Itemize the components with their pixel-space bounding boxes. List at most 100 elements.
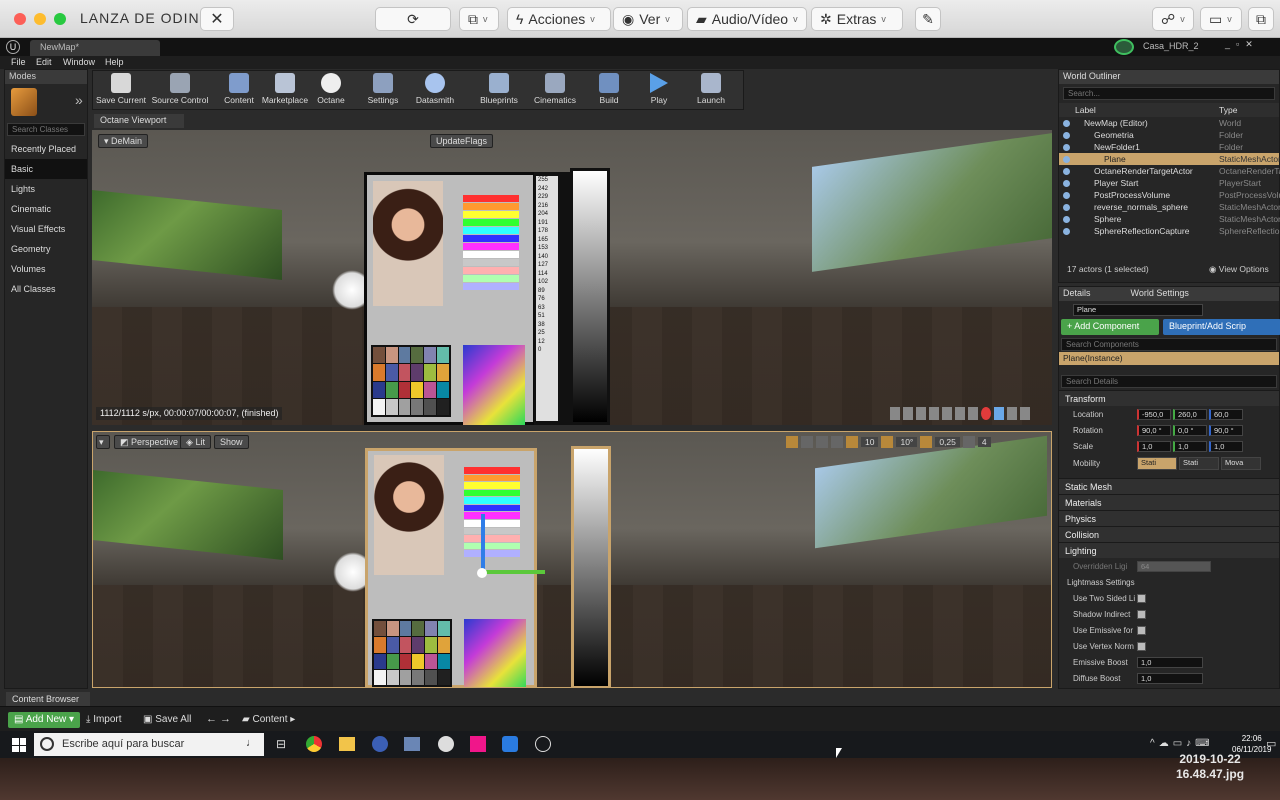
rotation-x[interactable]: 90,0 ° <box>1137 424 1171 436</box>
control-icon[interactable] <box>994 407 1004 420</box>
blueprint-add-script-button[interactable]: Blueprint/Add Scrip <box>1163 319 1280 335</box>
control-icon[interactable] <box>942 407 952 420</box>
show-button[interactable]: Show <box>214 435 249 449</box>
viewport-options-icon[interactable]: ▾ <box>96 435 110 449</box>
modes-item-volumes[interactable]: Volumes <box>5 259 87 279</box>
marketplace-button[interactable]: Marketplace <box>259 73 311 109</box>
copy-icon[interactable]: ⧉ v <box>459 7 499 31</box>
window-icon[interactable]: ⧉ <box>1248 7 1274 31</box>
octane-viewport-tab[interactable]: Octane Viewport <box>94 114 184 128</box>
mobility-static[interactable]: Stati <box>1137 456 1177 470</box>
visibility-eye-icon[interactable] <box>1063 179 1070 187</box>
diffuse-boost-field[interactable]: 1,0 <box>1137 672 1203 684</box>
gizmo-y-axis[interactable] <box>485 570 545 574</box>
acciones-menu[interactable]: ϟ Acciones v <box>507 7 611 31</box>
lightmass-settings-row[interactable]: Lightmass Settings <box>1059 574 1279 590</box>
camera-speed-icon[interactable] <box>962 436 975 448</box>
world-outliner-tab[interactable]: World Outliner <box>1059 70 1279 84</box>
unreal-taskbar-icon[interactable] <box>535 736 551 752</box>
column-type[interactable]: Type <box>1219 105 1237 115</box>
rotation-y[interactable]: 0,0 ° <box>1173 424 1207 436</box>
visibility-eye-icon[interactable] <box>1063 143 1070 151</box>
place-mode-icon[interactable] <box>11 88 37 116</box>
save-current-button[interactable]: Save Current <box>95 73 147 109</box>
two-sided-checkbox[interactable] <box>1137 593 1146 603</box>
chrome-icon[interactable] <box>306 736 322 752</box>
translate-icon[interactable] <box>786 436 798 448</box>
visibility-eye-icon[interactable] <box>1063 167 1070 175</box>
search-details-input[interactable]: Search Details <box>1061 375 1277 388</box>
rotate-icon[interactable] <box>801 436 813 448</box>
search-components-input[interactable]: Search Components <box>1061 338 1277 351</box>
view-options-button[interactable]: ◉ View Options <box>1209 264 1269 275</box>
content-browser-tab[interactable]: Content Browser <box>6 692 90 706</box>
section-materials[interactable]: Materials <box>1059 494 1279 510</box>
outliner-row[interactable]: OctaneRenderTargetActor OctaneRenderTar <box>1059 165 1280 177</box>
menu-window[interactable]: Window <box>63 57 95 67</box>
minimize-window-button[interactable] <box>34 13 46 25</box>
audio-video-menu[interactable]: ▰ Audio/Vídeo v <box>687 7 807 31</box>
modes-tab[interactable]: Modes <box>5 70 87 84</box>
control-icon[interactable] <box>916 407 926 420</box>
menu-help[interactable]: Help <box>105 57 124 67</box>
scale-size[interactable]: 0,25 <box>935 437 960 447</box>
app-icon[interactable] <box>404 737 420 751</box>
outliner-row[interactable]: Geometria Folder <box>1059 129 1279 141</box>
section-physics[interactable]: Physics <box>1059 510 1279 526</box>
outliner-row[interactable]: Sphere StaticMeshActor <box>1059 213 1280 225</box>
plane-instance-row[interactable]: Plane(Instance) <box>1059 352 1279 365</box>
section-static-mesh[interactable]: Static Mesh <box>1059 478 1279 494</box>
scale-z[interactable]: 1,0 <box>1209 440 1243 452</box>
menu-edit[interactable]: Edit <box>36 57 52 67</box>
update-flags-button[interactable]: UpdateFlags <box>430 134 494 148</box>
scale-x[interactable]: 1,0 <box>1137 440 1171 452</box>
perspective-button[interactable]: ◩ Perspective <box>114 435 185 449</box>
tab-details[interactable]: Details <box>1063 288 1091 300</box>
outliner-row[interactable]: SphereReflectionCapture SphereReflection <box>1059 225 1280 237</box>
control-icon[interactable] <box>929 407 939 420</box>
close-icon[interactable]: ✕ <box>200 7 234 31</box>
visibility-eye-icon[interactable] <box>1063 119 1070 127</box>
taskbar-search-input[interactable]: Escribe aquí para buscar ♩ <box>34 733 264 756</box>
scale-snap-icon[interactable] <box>920 436 933 448</box>
avatar[interactable] <box>1114 39 1134 55</box>
visibility-eye-icon[interactable] <box>1063 131 1070 139</box>
modes-item-recently-placed[interactable]: Recently Placed <box>5 139 87 159</box>
modes-item-cinematic[interactable]: Cinematic <box>5 199 87 219</box>
location-y[interactable]: 260,0 <box>1173 408 1207 420</box>
location-z[interactable]: 60,0 <box>1209 408 1243 420</box>
rotation-z[interactable]: 90,0 ° <box>1209 424 1243 436</box>
modes-item-visual-effects[interactable]: Visual Effects <box>5 219 87 239</box>
content-path[interactable]: ▰ Content ▸ <box>242 714 295 725</box>
outliner-row[interactable]: NewMap (Editor) World <box>1059 117 1279 129</box>
search-classes-input[interactable]: Search Classes <box>7 123 85 136</box>
settings-button[interactable]: Settings <box>357 73 409 109</box>
test-chart-selected[interactable] <box>365 448 537 687</box>
world-icon[interactable] <box>831 436 843 448</box>
import-button[interactable]: ⤓ Import <box>86 714 122 725</box>
ver-menu[interactable]: ◉ Ver v <box>613 7 683 31</box>
grid-size[interactable]: 10 <box>861 437 879 447</box>
section-transform[interactable]: Transform <box>1059 390 1279 406</box>
angle-size[interactable]: 10° <box>896 437 918 447</box>
section-collision[interactable]: Collision <box>1059 526 1279 542</box>
menu-file[interactable]: File <box>11 57 26 67</box>
vertex-normal-checkbox[interactable] <box>1137 641 1146 651</box>
modes-item-all-classes[interactable]: All Classes <box>5 279 87 299</box>
content-button[interactable]: Content <box>213 73 265 109</box>
refresh-icon[interactable]: ⟳ <box>375 7 451 31</box>
actor-name-field[interactable]: Plane <box>1073 304 1203 316</box>
control-icon[interactable] <box>890 407 900 420</box>
extras-menu[interactable]: ✲ Extras v <box>811 7 903 31</box>
outliner-search-input[interactable]: Search... <box>1063 87 1275 100</box>
location-x[interactable]: -950,0 <box>1137 408 1171 420</box>
shadow-indirect-checkbox[interactable] <box>1137 609 1146 619</box>
cinematics-button[interactable]: Cinematics <box>529 73 581 109</box>
app-icon[interactable] <box>470 736 486 752</box>
outliner-row[interactable]: NewFolder1 Folder <box>1059 141 1279 153</box>
angle-snap-icon[interactable] <box>881 436 894 448</box>
octane-viewport[interactable]: 255 242 229 216 204 191 178 165 153 140 127 114 102 8… <box>92 130 1052 425</box>
mobility-movable[interactable]: Mova <box>1221 456 1261 470</box>
source-control-button[interactable]: Source Control <box>151 73 209 109</box>
person-icon[interactable]: ☍ v <box>1152 7 1194 31</box>
